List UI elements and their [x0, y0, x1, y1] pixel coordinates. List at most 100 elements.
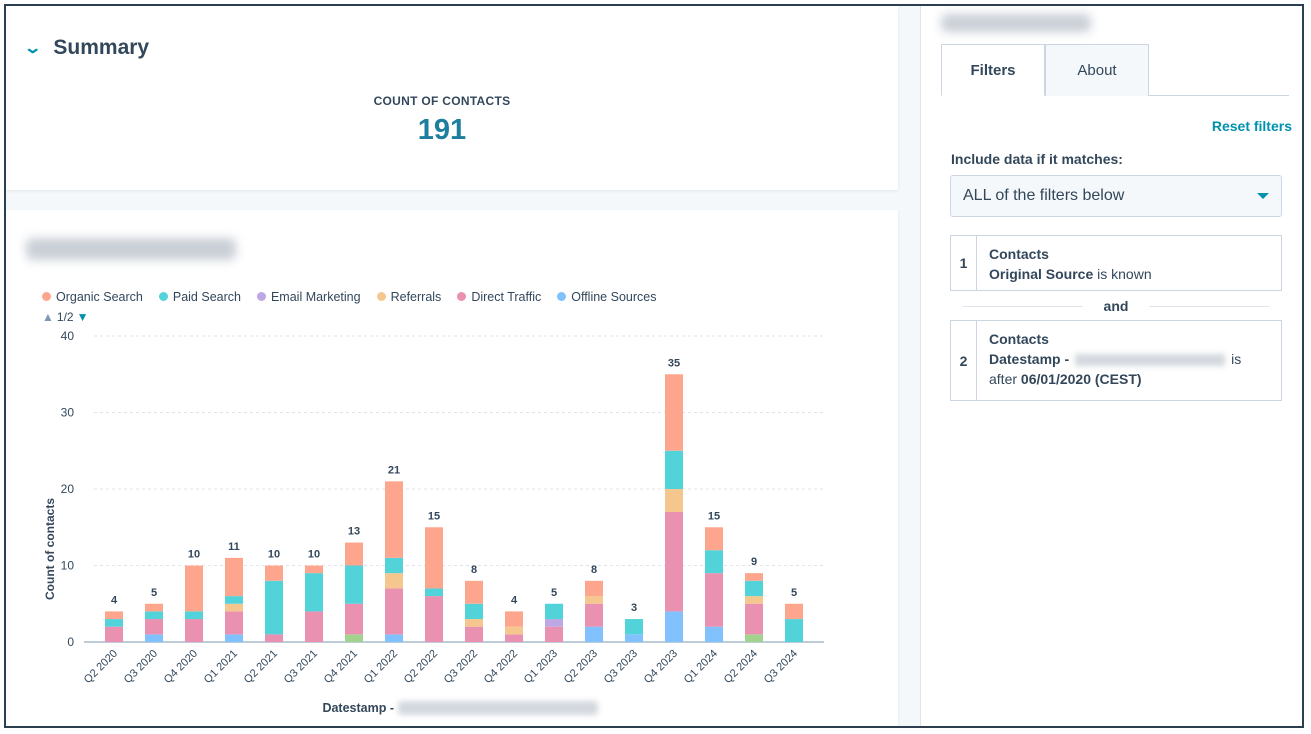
y-tick-label: 30 [61, 406, 75, 420]
bar-segment[interactable] [785, 603, 803, 620]
bar-segment[interactable] [225, 634, 243, 642]
bar-segment[interactable] [385, 481, 403, 558]
x-tick-label: Q3 2022 [442, 648, 480, 686]
bar-segment[interactable] [665, 489, 683, 512]
bar-segment[interactable] [105, 611, 123, 620]
bar-segment[interactable] [745, 634, 763, 642]
filter-2[interactable]: 2 Contacts Datestamp - is after 06/01/202… [950, 320, 1282, 401]
bar-segment[interactable] [105, 619, 123, 627]
x-tick-label: Q2 2020 [82, 648, 120, 686]
bar-segment[interactable] [465, 603, 483, 620]
bar-segment[interactable] [145, 619, 163, 635]
bar-segment[interactable] [665, 450, 683, 489]
x-tick-label: Q4 2020 [162, 648, 200, 686]
summary-toggle[interactable]: ⌄ Summary [23, 36, 149, 60]
x-tick-label: Q2 2024 [722, 648, 760, 686]
filter-1[interactable]: 1 Contacts Original Source is known [950, 235, 1282, 291]
bar-segment[interactable] [545, 603, 563, 620]
caret-down-icon [1257, 193, 1269, 199]
x-tick-label: Q2 2023 [562, 648, 600, 686]
x-tick-label: Q4 2021 [322, 648, 360, 686]
filter-value: 06/01/2020 (CEST) [1020, 371, 1142, 387]
match-select[interactable]: ALL of the filters below [950, 175, 1282, 217]
data-label: 5 [151, 587, 157, 599]
x-tick-label: Q3 2024 [762, 648, 800, 686]
bar-segment[interactable] [585, 626, 603, 642]
filter-panel: Filters About Reset filters Include data… [920, 6, 1302, 726]
data-label: 4 [111, 594, 118, 606]
data-label: 15 [428, 510, 440, 522]
data-label: 8 [591, 564, 597, 576]
bar-segment[interactable] [145, 611, 163, 620]
bar-segment[interactable] [145, 603, 163, 612]
bar-segment[interactable] [345, 542, 363, 566]
bar-segment[interactable] [585, 596, 603, 604]
bar-segment[interactable] [225, 557, 243, 597]
bar-segment[interactable] [665, 511, 683, 612]
tab-filters[interactable]: Filters [941, 44, 1045, 96]
bar-segment[interactable] [345, 603, 363, 635]
bar-segment[interactable] [305, 565, 323, 574]
bar-segment[interactable] [345, 565, 363, 604]
bar-segment[interactable] [745, 596, 763, 604]
bar-segment[interactable] [425, 527, 443, 589]
kpi-label: COUNT OF CONTACTS [373, 94, 511, 108]
data-label: 9 [751, 556, 757, 568]
bar-segment[interactable] [185, 565, 203, 612]
data-label: 10 [188, 549, 200, 561]
bar-segment[interactable] [545, 619, 563, 627]
bar-segment[interactable] [305, 611, 323, 642]
bar-segment[interactable] [665, 374, 683, 451]
bar-segment[interactable] [305, 573, 323, 612]
bar-segment[interactable] [745, 580, 763, 597]
bar-segment[interactable] [465, 619, 483, 627]
bar-segment[interactable] [385, 588, 403, 635]
reset-filters-link[interactable]: Reset filters [1212, 118, 1292, 134]
filter-number: 2 [951, 321, 977, 400]
y-tick-label: 10 [61, 559, 75, 573]
bar-segment[interactable] [225, 611, 243, 635]
match-select-value: ALL of the filters below [963, 187, 1125, 204]
bar-segment[interactable] [585, 603, 603, 627]
bar-segment[interactable] [505, 626, 523, 635]
summary-card: ⌄ Summary COUNT OF CONTACTS 191 [6, 6, 898, 190]
bar-segment[interactable] [785, 619, 803, 642]
bar-segment[interactable] [665, 611, 683, 642]
bar-segment[interactable] [265, 580, 283, 635]
bar-segment[interactable] [705, 626, 723, 642]
bar-segment[interactable] [625, 619, 643, 635]
bar-segment[interactable] [585, 580, 603, 597]
bar-segment[interactable] [465, 580, 483, 604]
bar-segment[interactable] [465, 626, 483, 642]
bar-segment[interactable] [625, 634, 643, 642]
filter-operator: after [989, 371, 1018, 387]
bar-segment[interactable] [705, 527, 723, 551]
bar-segment[interactable] [425, 588, 443, 597]
bar-segment[interactable] [345, 634, 363, 642]
y-tick-label: 20 [61, 482, 75, 496]
bar-segment[interactable] [545, 626, 563, 642]
bar-segment[interactable] [745, 603, 763, 635]
bar-segment[interactable] [185, 619, 203, 642]
bar-segment[interactable] [265, 634, 283, 642]
bar-segment[interactable] [745, 573, 763, 581]
filter-operator: is [1231, 351, 1242, 367]
bar-segment[interactable] [385, 573, 403, 589]
bar-segment[interactable] [425, 596, 443, 642]
bar-segment[interactable] [505, 611, 523, 627]
bar-segment[interactable] [265, 565, 283, 581]
bar-segment[interactable] [185, 611, 203, 620]
bar-segment[interactable] [385, 634, 403, 642]
include-label: Include data if it matches: [951, 151, 1123, 167]
bar-segment[interactable] [705, 573, 723, 627]
bar-segment[interactable] [225, 596, 243, 604]
data-label: 8 [471, 564, 477, 576]
bar-segment[interactable] [145, 634, 163, 642]
tab-about[interactable]: About [1045, 44, 1149, 96]
bar-segment[interactable] [505, 634, 523, 642]
x-tick-label: Q1 2021 [202, 648, 240, 686]
bar-segment[interactable] [385, 557, 403, 574]
bar-segment[interactable] [705, 550, 723, 574]
bar-segment[interactable] [105, 626, 123, 642]
bar-segment[interactable] [225, 603, 243, 612]
